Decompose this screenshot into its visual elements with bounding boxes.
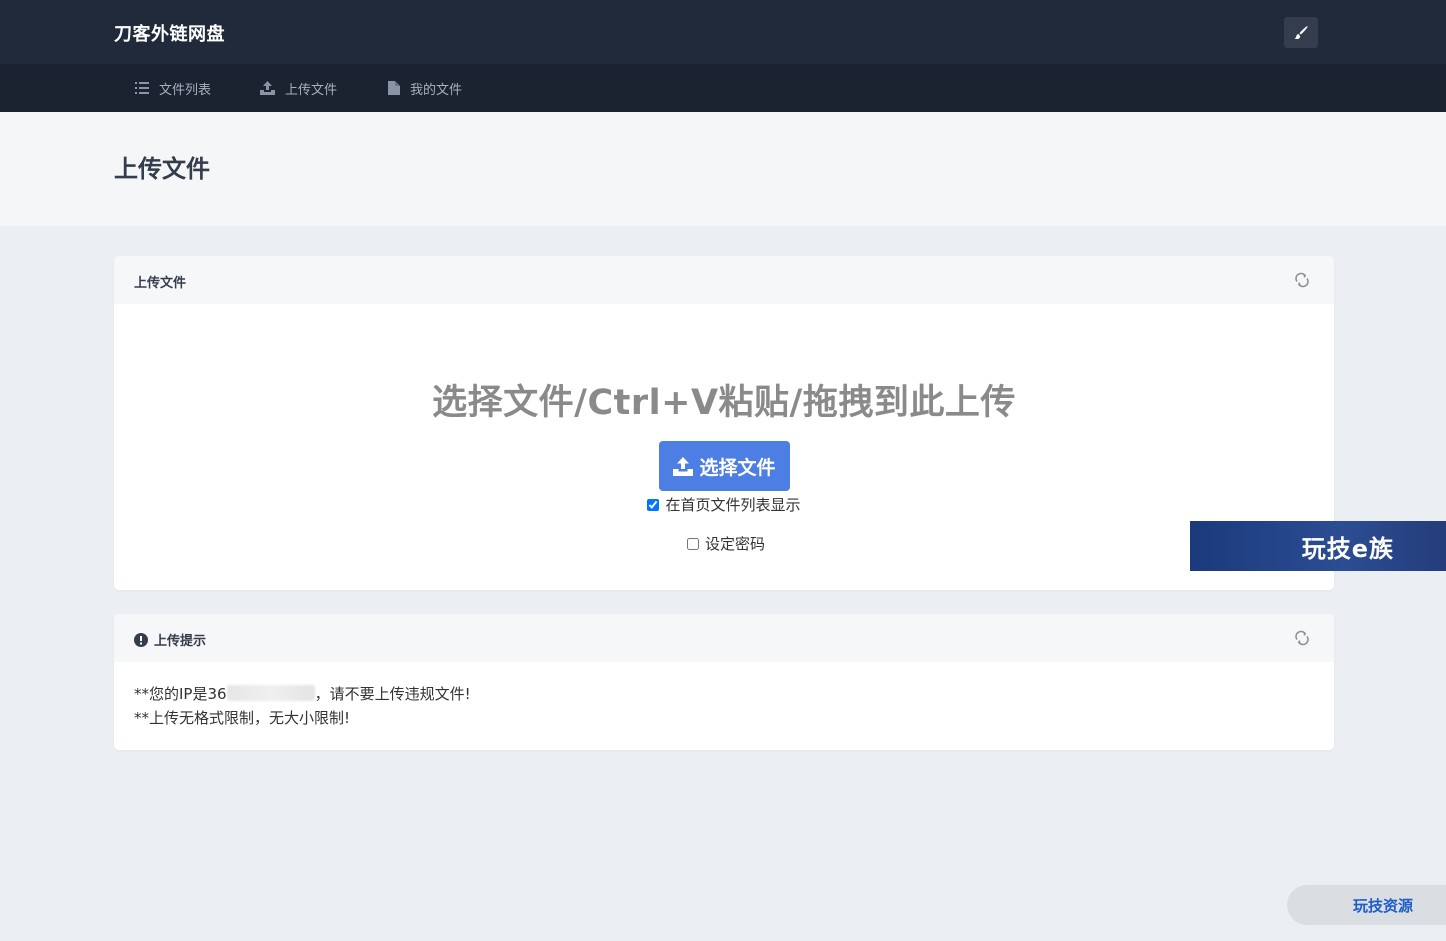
set-password-option[interactable]: 设定密码 bbox=[114, 533, 1334, 554]
tips-card: 上传提示 **您的IP是36 ，请不要上传违规文件! **上传无格式限制，无大小限… bbox=[114, 614, 1334, 750]
show-on-homepage-label: 在首页文件列表显示 bbox=[665, 496, 801, 514]
tips-body: **您的IP是36 ，请不要上传违规文件! **上传无格式限制，无大小限制! bbox=[114, 662, 1334, 750]
card-title: 上传文件 bbox=[134, 272, 186, 291]
select-file-label: 选择文件 bbox=[699, 456, 776, 479]
refresh-button[interactable] bbox=[1294, 272, 1310, 292]
card-title: 上传提示 bbox=[134, 630, 206, 649]
nav-item-upload[interactable]: 上传文件 bbox=[260, 79, 338, 98]
card-title-text: 上传文件 bbox=[134, 276, 187, 291]
set-password-checkbox[interactable] bbox=[686, 537, 699, 550]
nav-item-file-list[interactable]: 文件列表 bbox=[135, 79, 212, 98]
refresh-icon bbox=[1295, 272, 1309, 288]
upload-drop-zone[interactable]: 选择文件/Ctrl+V粘贴/拖拽到此上传 选择文件 在首页文件列表显示 设定密码 bbox=[114, 304, 1334, 590]
refresh-icon bbox=[1295, 630, 1309, 646]
nav-item-label: 文件列表 bbox=[159, 82, 212, 98]
card-header: 上传文件 bbox=[114, 256, 1334, 304]
watermark-text: 玩技资源 bbox=[1353, 896, 1414, 915]
brush-icon bbox=[1294, 25, 1308, 39]
ip-notice-prefix: **您的IP是36 bbox=[134, 685, 227, 703]
watermark-text: 玩技e族 bbox=[1301, 534, 1394, 563]
upload-icon bbox=[260, 81, 275, 95]
upload-card: 上传文件 选择文件/Ctrl+V粘贴/拖拽到此上传 选择文件 在首页文件列表显示 bbox=[114, 256, 1334, 590]
set-password-label: 设定密码 bbox=[704, 535, 765, 553]
nav-item-my-files[interactable]: 我的文件 bbox=[388, 79, 463, 98]
card-title-text: 上传提示 bbox=[154, 634, 207, 649]
app-title[interactable]: 刀客外链网盘 bbox=[114, 20, 225, 46]
theme-toggle-button[interactable] bbox=[1284, 17, 1318, 48]
redacted-ip bbox=[226, 685, 315, 701]
format-notice-line: **上传无格式限制，无大小限制! bbox=[134, 709, 351, 727]
list-icon bbox=[135, 82, 149, 94]
watermark-badge: 玩技e族 bbox=[1190, 521, 1446, 571]
page-title: 上传文件 bbox=[114, 155, 210, 183]
nav-item-label: 我的文件 bbox=[410, 82, 463, 98]
ip-notice-suffix: ，请不要上传违规文件! bbox=[314, 685, 471, 703]
watermark-badge-bottom: 玩技资源 bbox=[1287, 885, 1446, 925]
upload-icon bbox=[673, 456, 694, 476]
show-on-homepage-checkbox[interactable] bbox=[647, 498, 660, 511]
top-bar: 刀客外链网盘 bbox=[0, 0, 1446, 64]
show-on-homepage-option[interactable]: 在首页文件列表显示 bbox=[114, 494, 1334, 515]
drop-zone-text: 选择文件/Ctrl+V粘贴/拖拽到此上传 bbox=[432, 383, 1016, 423]
select-file-button[interactable]: 选择文件 bbox=[659, 441, 790, 491]
main-nav: 文件列表 上传文件 我的文件 bbox=[0, 64, 1446, 112]
file-icon bbox=[388, 81, 400, 95]
page-header: 上传文件 bbox=[0, 112, 1446, 226]
card-header: 上传提示 bbox=[114, 614, 1334, 662]
nav-item-label: 上传文件 bbox=[285, 82, 338, 98]
ip-notice-line: **您的IP是36 ，请不要上传违规文件! bbox=[134, 682, 1314, 706]
refresh-button[interactable] bbox=[1294, 630, 1310, 650]
exclamation-circle-icon bbox=[134, 632, 148, 647]
